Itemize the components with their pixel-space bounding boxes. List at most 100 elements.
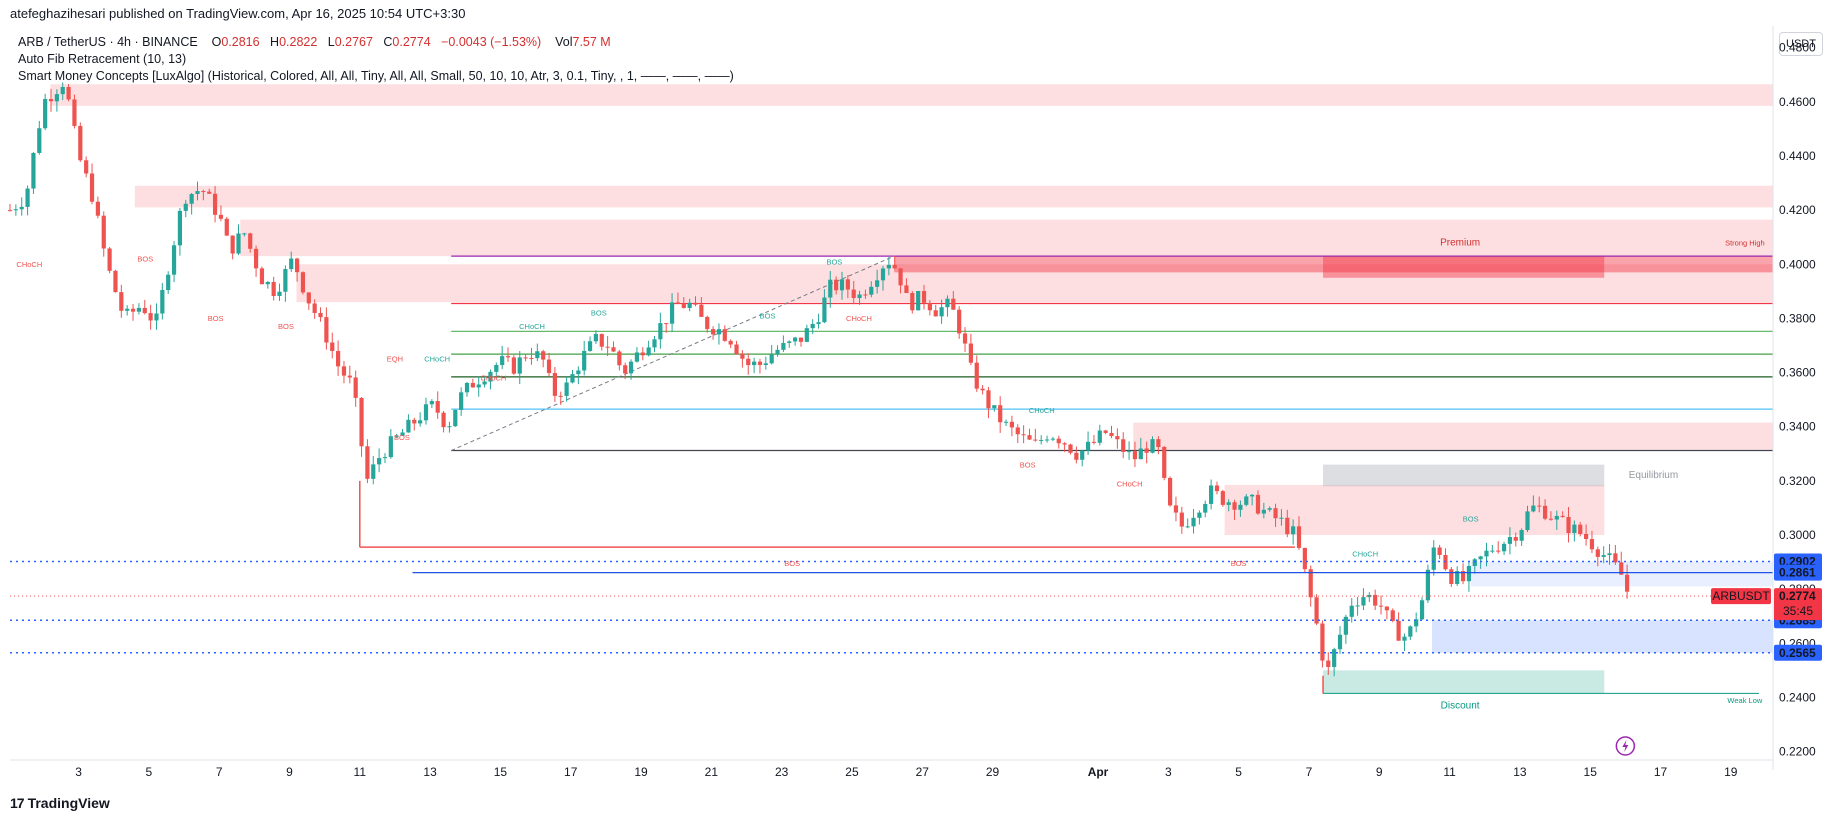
candle-body [125,308,130,311]
candle-body [810,323,815,329]
candle-body [294,258,300,273]
candle-body [705,316,710,330]
time-tick-label: 27 [916,765,930,779]
smc-annotation: CHoCH [480,374,506,383]
time-tick-label: 15 [494,765,508,779]
time-tick-label: 23 [775,765,789,779]
candle-body [435,401,440,413]
candle-body [1150,439,1155,453]
candle-body [66,87,71,100]
ohlc-row[interactable]: ARB / TetherUS · 4h · BINANCE O0.2816 H0… [18,34,734,51]
candle-body [734,344,739,354]
candle-body [1250,494,1255,497]
candle-body [921,291,927,303]
candle-body [910,293,915,311]
candle-body [7,210,13,212]
candle-body [582,350,587,371]
candle-body [1185,526,1190,528]
candle-body [201,191,206,193]
candle-body [587,341,593,351]
candle-body [746,358,751,366]
candle-body [945,298,950,308]
candle-body [1261,509,1266,514]
candle-body [869,286,874,295]
candle-body [359,397,364,447]
candle-body [19,206,24,210]
price-tick-label: 0.4600 [1779,95,1816,109]
candle-body [142,307,147,314]
indicator-fib[interactable]: Auto Fib Retracement (10, 13) [18,51,734,68]
candle-body [136,307,141,312]
candle-body [693,302,698,305]
candle-body [564,382,569,396]
candle-body [1308,569,1313,598]
open-value: 0.2816 [221,35,260,49]
candle-body [212,193,218,215]
zone-equilibrium [1323,464,1605,487]
high-value: 0.2822 [279,35,318,49]
candle-body [1396,620,1401,641]
symbol-title[interactable]: ARB / TetherUS · 4h · BINANCE [18,35,198,49]
price-tick-label: 0.3000 [1779,528,1816,542]
smc-annotation: Equilibrium [1629,470,1678,481]
candle-body [1226,502,1231,505]
candle-body [546,359,552,374]
candle-body [1214,485,1220,492]
candle-body [1566,516,1571,533]
candle-body [623,365,628,374]
candle-body [1203,503,1208,513]
price-tick-label: 0.2200 [1779,745,1816,759]
candle-body [628,361,634,374]
candle-body [1109,432,1114,437]
candle-body [570,374,575,383]
candle-body [447,426,452,428]
price-tick-label: 0.4200 [1779,203,1816,217]
candle-body [1296,526,1302,548]
candle-body [927,302,932,311]
candle-body [752,361,757,366]
candle-body [60,87,65,95]
candle-body [757,361,763,365]
candle-body [1285,517,1290,535]
candle-body [189,194,194,204]
candle-body [101,215,106,249]
candle-body [154,313,159,321]
candle-body [1431,547,1436,570]
time-tick-label: 3 [75,765,82,779]
candle-body [1601,555,1606,557]
candle-body [957,309,962,334]
time-tick-label: Apr [1088,765,1109,779]
time-tick-label: 13 [423,765,437,779]
smc-annotation: BOS [1020,460,1036,469]
indicator-smc[interactable]: Smart Money Concepts [LuxAlgo] (Historic… [18,68,734,85]
time-tick-label: 19 [1724,765,1738,779]
time-tick-label: 21 [705,765,719,779]
candle-body [459,392,464,410]
tradingview-logo[interactable]: 17 TradingView [10,795,110,811]
candle-body [166,274,171,291]
candle-body [535,351,540,359]
smc-annotation: CHoCH [1117,479,1143,488]
candle-body [95,201,100,216]
time-tick-label: 5 [1235,765,1242,779]
smc-annotation: EQH [387,355,403,364]
candle-body [1056,438,1061,444]
candle-body [330,342,335,352]
symbol-tag: ARBUSDT [1712,589,1770,603]
candle-body [599,333,604,347]
candle-body [1337,634,1343,650]
candle-body [1408,626,1413,637]
smc-annotation: BOS [826,257,842,266]
candle-body [710,329,716,335]
candle-body [271,281,276,296]
price-chart[interactable]: CHoCH BOS BOS BOS EQH BOS CHoCH CHoCH CHoCH BOS BO… [0,0,1835,821]
candle-body [511,357,516,374]
candle-body [839,279,845,291]
candle-body [253,248,259,269]
candle-body [1402,636,1407,641]
candle-body [259,268,265,285]
candle-body [248,233,253,249]
candle-body [476,384,481,388]
zone-premium [1133,422,1773,450]
candle-body [658,323,663,340]
